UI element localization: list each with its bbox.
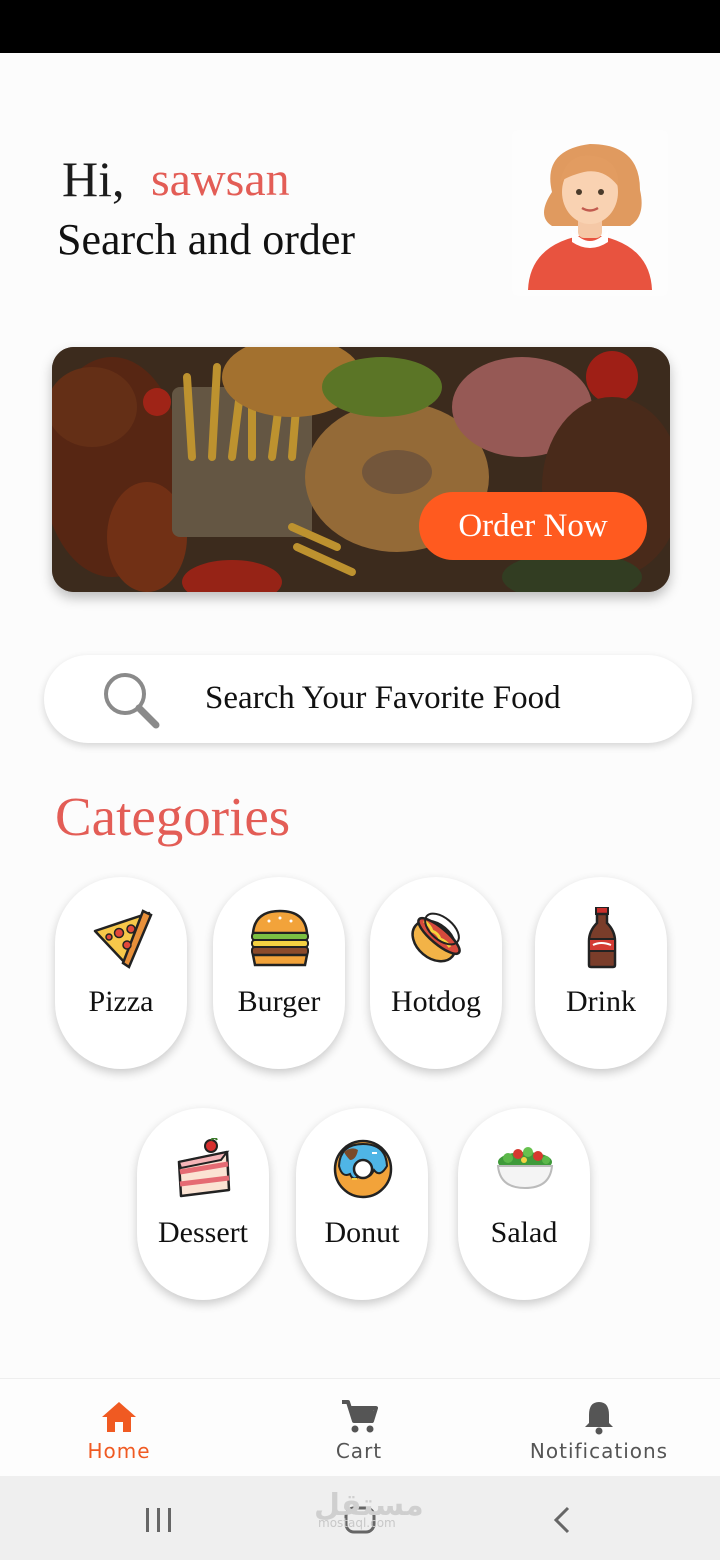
category-label: Salad (490, 1216, 558, 1249)
recent-apps-icon[interactable] (144, 1508, 174, 1532)
category-pizza[interactable]: Pizza (55, 877, 187, 1069)
category-label: Dessert (158, 1216, 248, 1249)
avatar-illustration (528, 144, 652, 290)
bottom-navigation: Home Cart Notifications (0, 1378, 720, 1476)
category-drink[interactable]: Drink (535, 877, 667, 1069)
category-dessert[interactable]: Dessert (137, 1108, 269, 1300)
watermark-url: mostaql.com (318, 1516, 396, 1530)
category-burger[interactable]: Burger (213, 877, 345, 1069)
category-label: Hotdog (391, 985, 481, 1018)
nav-label: Cart (335, 1439, 383, 1463)
search-icon (104, 673, 160, 729)
order-now-button[interactable]: Order Now (419, 492, 647, 560)
nav-label: Home (87, 1439, 151, 1463)
avatar[interactable] (512, 130, 668, 296)
burger-icon (251, 909, 309, 967)
category-label: Pizza (88, 985, 154, 1018)
cake-icon (177, 1138, 231, 1198)
nav-label: Notifications (529, 1439, 669, 1463)
category-label: Burger (237, 985, 321, 1018)
donut-icon (333, 1139, 393, 1199)
category-salad[interactable]: Salad (458, 1108, 590, 1300)
nav-cart[interactable]: Cart (259, 1379, 459, 1477)
greeting-hi: Hi, (62, 151, 125, 207)
search-placeholder[interactable]: Search Your Favorite Food (205, 680, 561, 717)
category-hotdog[interactable]: Hotdog (370, 877, 502, 1069)
greeting-username: sawsan (151, 153, 290, 206)
greeting-subtitle: Search and order (57, 215, 356, 264)
status-bar (0, 0, 720, 53)
nav-home[interactable]: Home (19, 1379, 219, 1477)
bell-icon (585, 1402, 613, 1435)
category-label: Donut (324, 1216, 400, 1249)
salad-icon (496, 1147, 554, 1190)
hotdog-icon (411, 912, 461, 963)
drink-icon (587, 907, 617, 969)
nav-notifications[interactable]: Notifications (499, 1379, 699, 1477)
pizza-icon (93, 909, 153, 969)
cart-icon (342, 1400, 378, 1433)
categories-title: Categories (55, 786, 291, 847)
category-label: Drink (566, 985, 636, 1018)
home-icon (102, 1402, 136, 1432)
category-donut[interactable]: Donut (296, 1108, 428, 1300)
back-icon[interactable] (552, 1506, 572, 1534)
